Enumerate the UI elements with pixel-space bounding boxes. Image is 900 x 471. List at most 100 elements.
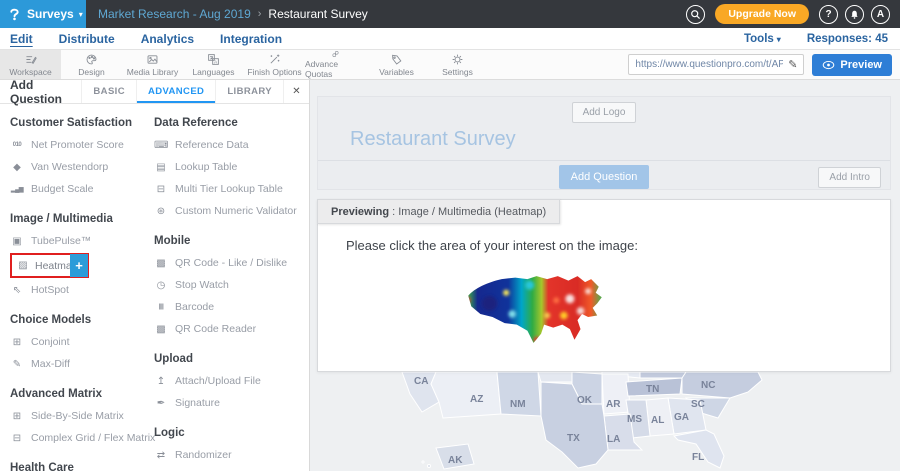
upload-icon: ↥ — [154, 376, 168, 387]
question-type-randomizer[interactable]: ⇄ Randomizer — [154, 444, 309, 466]
stopwatch-icon: ◷ — [154, 280, 168, 291]
section-header: Choice Models — [10, 314, 140, 326]
upgrade-now-button[interactable]: Upgrade Now — [715, 4, 809, 24]
stacked-table-icon: ⊟ — [154, 184, 168, 195]
product-menu[interactable]: Surveys ▾ — [0, 0, 86, 28]
question-type-max-diff[interactable]: ✎ Max-Diff — [10, 353, 140, 375]
state-label: LA — [607, 434, 620, 445]
breadcrumb-parent-link[interactable]: Market Research - Aug 2019 — [98, 7, 251, 21]
question-type-label: QR Code Reader — [175, 323, 256, 335]
question-type-side-by-side-matrix[interactable]: ⊞ Side-By-Side Matrix — [10, 405, 140, 427]
question-preview-card: Previewing : Image / Multimedia (Heatmap… — [317, 199, 891, 372]
question-type-label: Budget Scale — [31, 183, 93, 195]
nav-edit[interactable]: Edit — [10, 32, 33, 46]
question-type-van-westendorp[interactable]: ◆ Van Westendorp — [10, 156, 140, 178]
question-type-numeric-validator[interactable]: ⊛ Custom Numeric Validator — [154, 200, 309, 222]
state-label: MS — [627, 414, 642, 425]
add-question-button[interactable]: Add Question — [559, 165, 650, 189]
question-type-attach-upload[interactable]: ↥ Attach/Upload File — [154, 370, 309, 392]
state-label: NM — [510, 399, 526, 410]
share-url-text: https://www.questionpro.com/t/APNrFZ — [635, 59, 783, 70]
barcode-icon: |||| — [154, 304, 168, 310]
matrix-icon: ⊞ — [10, 411, 24, 422]
toolbar-right: https://www.questionpro.com/t/APNrFZ ✎ P… — [628, 50, 900, 79]
tool-settings[interactable]: Settings — [427, 50, 488, 79]
close-icon[interactable]: ✕ — [283, 80, 309, 103]
question-type-conjoint[interactable]: ⊞ Conjoint — [10, 331, 140, 353]
add-logo-button[interactable]: Add Logo — [572, 102, 637, 123]
question-type-complex-grid[interactable]: ⊟ Complex Grid / Flex Matrix — [10, 427, 140, 449]
avatar[interactable]: A — [871, 5, 890, 24]
nav-right: Tools▾ Responses: 45 — [744, 33, 900, 45]
share-url-field[interactable]: https://www.questionpro.com/t/APNrFZ ✎ — [628, 54, 804, 75]
heatmap-question-text: Please click the area of your interest o… — [346, 238, 890, 253]
question-type-stop-watch[interactable]: ◷ Stop Watch — [154, 274, 309, 296]
tab-basic[interactable]: BASIC — [81, 80, 136, 103]
chevron-down-icon: ▾ — [777, 35, 781, 44]
question-type-signature[interactable]: ✒ Signature — [154, 392, 309, 414]
question-type-custom-logic[interactable]: ⚑ Custom Logic Engine — [154, 466, 309, 471]
state-label: FL — [692, 452, 704, 463]
magic-wand-icon — [268, 53, 281, 66]
tab-library[interactable]: LIBRARY — [215, 80, 283, 103]
table-icon: ▤ — [154, 162, 168, 173]
question-type-barcode[interactable]: |||| Barcode — [154, 296, 309, 318]
tool-design[interactable]: Design — [61, 50, 122, 79]
nav-integration[interactable]: Integration — [220, 32, 282, 46]
us-map-background: CA AZ NM OK AR TX LA MS AL GA SC NC TN F… — [310, 372, 830, 471]
question-type-hotspot[interactable]: ⇖ HotSpot — [10, 279, 140, 301]
responses-count[interactable]: Responses: 45 — [807, 33, 888, 45]
questionpro-survey-editor: Surveys ▾ Market Research - Aug 2019 › R… — [0, 0, 900, 471]
help-button[interactable]: ? — [819, 5, 838, 24]
tool-finish-options[interactable]: Finish Options — [244, 50, 305, 79]
heatmap-us-image[interactable] — [456, 270, 611, 358]
question-type-lookup-table[interactable]: ▤ Lookup Table — [154, 156, 309, 178]
search-button[interactable] — [686, 5, 705, 24]
question-type-label: Lookup Table — [175, 161, 237, 173]
section-header: Data Reference — [154, 117, 309, 129]
state-label: AR — [606, 399, 621, 410]
qr-reader-icon: ▩ — [154, 324, 168, 335]
survey-title[interactable]: Restaurant Survey — [350, 128, 890, 151]
question-type-tubepulse[interactable]: ▣ TubePulse™ — [10, 230, 140, 252]
chevron-down-icon: ▾ — [79, 10, 83, 19]
question-type-qr-like-dislike[interactable]: ▩ QR Code - Like / Dislike — [154, 252, 309, 274]
preview-button[interactable]: Preview — [812, 54, 892, 76]
question-type-label: Stop Watch — [175, 279, 229, 291]
question-type-label: Max-Diff — [31, 358, 70, 370]
state-label: AK — [448, 455, 463, 466]
question-type-label: Attach/Upload File — [175, 375, 261, 387]
tool-languages[interactable]: A Languages — [183, 50, 244, 79]
add-intro-button[interactable]: Add Intro — [818, 167, 881, 188]
section-nav: Edit Distribute Analytics Integration To… — [0, 28, 900, 50]
add-heatmap-plus-button[interactable]: + — [70, 254, 88, 277]
question-type-reference-data[interactable]: ⌨ Reference Data — [154, 134, 309, 156]
nps-scale-icon: 010 — [10, 142, 24, 148]
question-type-qr-reader[interactable]: ▩ QR Code Reader — [154, 318, 309, 340]
cursor-icon: ⇖ — [10, 285, 24, 296]
state-label: GA — [674, 412, 689, 423]
nav-distribute[interactable]: Distribute — [59, 32, 115, 46]
section-header: Advanced Matrix — [10, 388, 140, 400]
question-type-multi-tier-lookup[interactable]: ⊟ Multi Tier Lookup Table — [154, 178, 309, 200]
tool-advance-quotas[interactable]: Advance Quotas — [305, 50, 366, 79]
tool-media-library[interactable]: Media Library — [122, 50, 183, 79]
question-type-label: Multi Tier Lookup Table — [175, 183, 283, 195]
tools-menu[interactable]: Tools▾ — [744, 33, 781, 45]
question-type-heatmap-highlighted[interactable]: ▨ Heatmap + — [10, 253, 89, 278]
question-type-label: Custom Numeric Validator — [175, 205, 297, 217]
question-type-net-promoter-score[interactable]: 010 Net Promoter Score — [10, 134, 140, 156]
breadcrumb: Market Research - Aug 2019 › Restaurant … — [98, 7, 368, 21]
workspace-icon — [24, 53, 37, 66]
breadcrumb-current: Restaurant Survey — [268, 7, 367, 21]
state-label: OK — [577, 395, 593, 406]
question-type-budget-scale[interactable]: ▂▄▆ Budget Scale — [10, 178, 140, 200]
nav-analytics[interactable]: Analytics — [141, 32, 194, 46]
notifications-button[interactable] — [845, 5, 864, 24]
tab-advanced[interactable]: ADVANCED — [136, 80, 215, 103]
tool-workspace[interactable]: Workspace — [0, 50, 61, 79]
question-type-label: Van Westendorp — [31, 161, 108, 173]
questionpro-logo-icon — [7, 6, 22, 22]
edit-pencil-icon[interactable]: ✎ — [788, 58, 797, 71]
tool-variables[interactable]: Variables — [366, 50, 427, 79]
